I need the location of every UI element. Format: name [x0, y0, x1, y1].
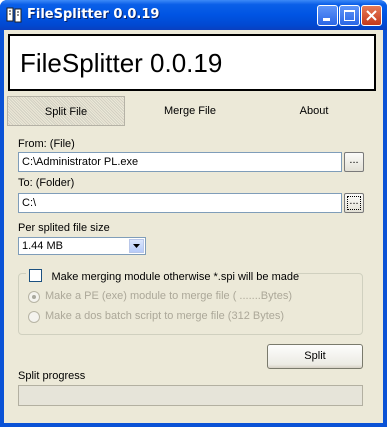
tab-merge-file[interactable]: Merge File: [131, 96, 249, 126]
close-button[interactable]: [361, 5, 382, 26]
batch-script-radio-label[interactable]: Make a dos batch script to merge file (3…: [45, 310, 284, 322]
merge-module-legend: Make merging module otherwise *.spi will…: [26, 267, 299, 283]
client-area: FileSplitter 0.0.19 Split File Merge Fil…: [4, 30, 383, 423]
batch-script-radio[interactable]: [28, 311, 40, 323]
size-label: Per splited file size: [18, 222, 110, 234]
from-file-input[interactable]: C:\Administrator PL.exe: [18, 152, 342, 172]
tab-about[interactable]: About: [255, 96, 373, 126]
size-select-value: 1.44 MB: [22, 240, 63, 252]
from-label: From: (File): [18, 138, 75, 150]
close-icon: [366, 10, 377, 21]
split-progress-bar: [18, 385, 363, 406]
title-bar[interactable]: FileSplitter 0.0.19: [0, 0, 387, 30]
pe-module-radio[interactable]: [28, 291, 40, 303]
to-folder-input[interactable]: C:\: [18, 193, 342, 213]
radio-selected-dot: [32, 295, 36, 299]
merge-module-checkbox[interactable]: [29, 269, 42, 282]
split-button[interactable]: Split: [267, 344, 363, 369]
to-browse-button[interactable]: ...: [344, 193, 364, 213]
minimize-icon: [323, 18, 330, 21]
tab-split-file[interactable]: Split File: [7, 96, 125, 126]
maximize-button[interactable]: [339, 5, 360, 26]
from-browse-button[interactable]: ...: [344, 152, 364, 172]
header-banner: FileSplitter 0.0.19: [8, 34, 376, 91]
dropdown-arrow-icon[interactable]: [129, 239, 144, 253]
to-label: To: (Folder): [18, 177, 75, 189]
app-icon: [6, 7, 22, 23]
pe-module-radio-label[interactable]: Make a PE (exe) module to merge file ( .…: [45, 290, 292, 302]
progress-label: Split progress: [18, 370, 86, 382]
maximize-icon: [344, 10, 355, 21]
merge-module-checkbox-label[interactable]: Make merging module otherwise *.spi will…: [52, 271, 300, 283]
window-bottom-border: [0, 423, 387, 427]
size-select[interactable]: 1.44 MB: [18, 237, 146, 255]
header-title: FileSplitter 0.0.19: [20, 48, 223, 78]
window-title: FileSplitter 0.0.19: [27, 7, 160, 22]
app-window: FileSplitter 0.0.19 FileSplitter 0.0.19 …: [0, 0, 387, 427]
minimize-button[interactable]: [317, 5, 338, 26]
